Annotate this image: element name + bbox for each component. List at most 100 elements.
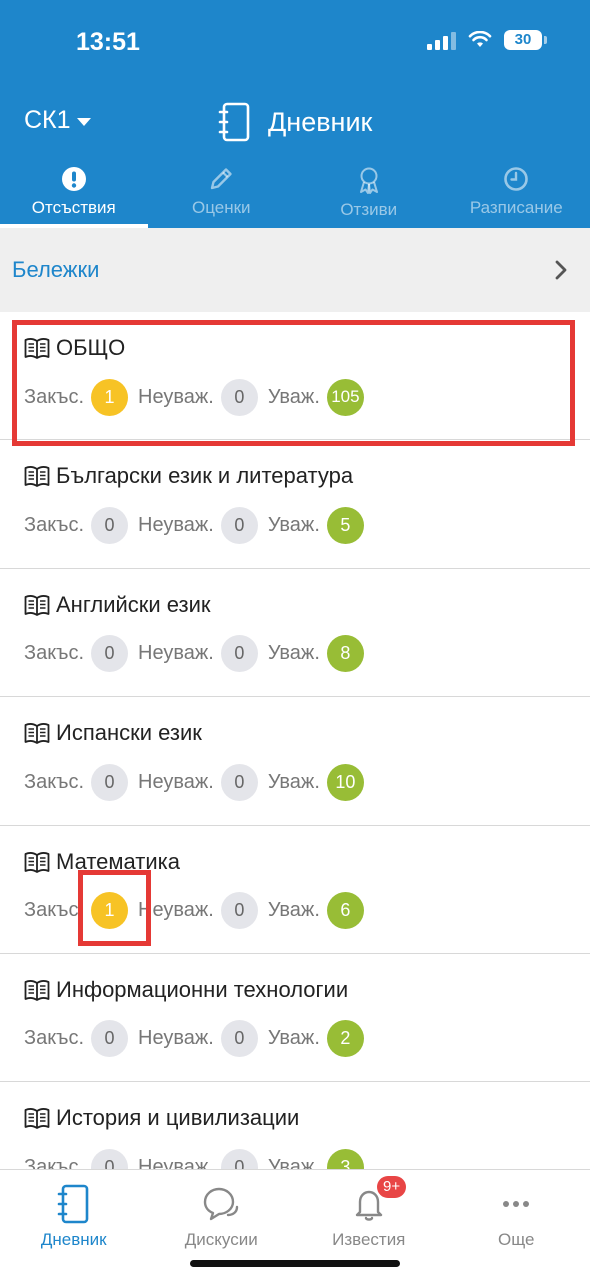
unexcused-count-badge: 0 xyxy=(220,1148,258,1170)
unexcused-label: Неуваж. xyxy=(138,899,214,922)
exclamation-circle-icon xyxy=(61,167,86,191)
subject-name: Математика xyxy=(56,848,180,874)
late-label: Закъс. xyxy=(24,385,85,408)
battery-indicator: 30 xyxy=(504,30,547,50)
tab-label: Оценки xyxy=(191,198,251,217)
nav-label: Още xyxy=(498,1230,535,1249)
unexcused-count-badge: 0 xyxy=(220,506,258,544)
late-label: Закъс. xyxy=(24,1027,85,1050)
excused-label: Уваж. xyxy=(267,385,320,408)
subject-row[interactable]: Информационни технологии Закъс. 0 Неуваж… xyxy=(0,954,590,1083)
chevron-right-icon xyxy=(555,260,567,280)
excused-label: Уваж. xyxy=(267,1155,320,1170)
class-selector[interactable]: СК1 xyxy=(24,106,91,135)
subject-name: Български език и литература xyxy=(56,463,354,489)
tab-schedule[interactable]: Разписание xyxy=(443,160,590,228)
nav-label: Дискусии xyxy=(184,1230,258,1249)
tab-label: Разписание xyxy=(469,198,563,217)
open-book-icon xyxy=(24,1108,50,1130)
late-label: Закъс. xyxy=(24,899,85,922)
unexcused-label: Неуваж. xyxy=(138,1155,214,1170)
excused-count-badge: 105 xyxy=(326,378,364,416)
tab-bar: Отсъствия Оценки Отзиви Разписание xyxy=(0,160,590,228)
open-book-icon xyxy=(24,594,50,616)
unexcused-label: Неуваж. xyxy=(138,513,214,536)
unexcused-count-badge: 0 xyxy=(220,378,258,416)
late-count-badge: 0 xyxy=(91,763,129,801)
unexcused-label: Неуваж. xyxy=(138,385,214,408)
open-book-icon xyxy=(24,338,50,359)
late-count-badge: 0 xyxy=(91,506,129,544)
nav-label: Дневник xyxy=(40,1230,107,1249)
late-count-badge: 1 xyxy=(91,378,129,416)
unexcused-count-badge: 0 xyxy=(220,763,258,801)
late-label: Закъс. xyxy=(24,642,85,665)
unexcused-count-badge: 0 xyxy=(220,635,258,673)
late-count-badge: 0 xyxy=(91,1148,129,1170)
excused-count-badge: 8 xyxy=(326,635,364,673)
excused-count-badge: 3 xyxy=(326,1148,364,1170)
subject-row[interactable]: ОБЩО Закъс. 1 Неуваж. 0 Уваж. 105 xyxy=(0,312,590,441)
more-dots-icon xyxy=(503,1201,530,1207)
page-title: Дневник xyxy=(268,106,373,137)
nav-diary[interactable]: Дневник xyxy=(0,1170,148,1280)
subject-name: Английски език xyxy=(56,591,211,617)
excused-count-badge: 10 xyxy=(326,763,364,801)
open-book-icon xyxy=(24,723,50,745)
tab-grades[interactable]: Оценки xyxy=(148,160,296,228)
nav-more[interactable]: Още xyxy=(443,1170,590,1280)
notebook-icon xyxy=(57,1184,89,1224)
tab-label: Отсъствия xyxy=(31,198,116,217)
subject-name: История и цивилизации xyxy=(56,1105,300,1131)
subject-row[interactable]: Български език и литература Закъс. 0 Неу… xyxy=(0,440,590,569)
status-icons: 30 xyxy=(427,30,547,50)
class-selector-label: СК1 xyxy=(24,106,71,134)
late-count-badge: 0 xyxy=(91,1020,129,1058)
excused-label: Уваж. xyxy=(267,642,320,665)
subject-row[interactable]: Испански език Закъс. 0 Неуваж. 0 Уваж. 1… xyxy=(0,697,590,826)
subject-name: ОБЩО xyxy=(56,335,126,360)
header-title-group: Дневник xyxy=(218,102,372,142)
unexcused-label: Неуваж. xyxy=(138,770,214,793)
unexcused-label: Неуваж. xyxy=(138,1027,214,1050)
excused-label: Уваж. xyxy=(267,1027,320,1050)
notes-row[interactable]: Бележки xyxy=(0,228,590,312)
unexcused-count-badge: 0 xyxy=(220,892,258,930)
unexcused-count-badge: 0 xyxy=(220,1020,258,1058)
open-book-icon xyxy=(24,466,50,488)
excused-count-badge: 2 xyxy=(326,1020,364,1058)
excused-label: Уваж. xyxy=(267,513,320,536)
clock-icon xyxy=(504,167,529,191)
pencil-icon xyxy=(211,168,232,190)
open-book-icon xyxy=(24,980,50,1001)
app-header: 13:51 30 СК1 Дневник Отсъствия Оценки От… xyxy=(0,0,590,228)
excused-count-badge: 5 xyxy=(326,506,364,544)
award-ribbon-icon xyxy=(359,167,378,194)
excused-label: Уваж. xyxy=(267,770,320,793)
notes-label: Бележки xyxy=(12,257,100,282)
late-label: Закъс. xyxy=(24,770,85,793)
subject-row[interactable]: Математика Закъс. 1 Неуваж. 0 Уваж. 6 xyxy=(0,826,590,954)
tab-feedback[interactable]: Отзиви xyxy=(295,160,443,228)
late-count-badge: 1 xyxy=(91,892,129,930)
tab-label: Отзиви xyxy=(340,200,398,219)
subject-name: Испански език xyxy=(56,720,202,746)
wifi-icon xyxy=(468,31,492,47)
signal-icon xyxy=(427,30,456,50)
tab-absences[interactable]: Отсъствия xyxy=(0,160,148,228)
caret-down-icon xyxy=(76,117,91,126)
late-count-badge: 0 xyxy=(91,635,129,673)
subject-list: ОБЩО Закъс. 1 Неуваж. 0 Уваж. 105 Българ… xyxy=(0,312,590,1170)
excused-label: Уваж. xyxy=(267,899,320,922)
chat-bubbles-icon xyxy=(204,1187,239,1221)
status-time: 13:51 xyxy=(76,28,140,56)
late-label: Закъс. xyxy=(24,1155,85,1170)
notebook-icon xyxy=(218,102,250,142)
notification-count-badge: 9+ xyxy=(377,1176,407,1198)
nav-label: Известия xyxy=(332,1230,406,1249)
subject-row[interactable]: История и цивилизации Закъс. 0 Неуваж. 0… xyxy=(0,1082,590,1170)
home-indicator xyxy=(190,1260,400,1267)
subject-name: Информационни технологии xyxy=(56,976,349,1002)
open-book-icon xyxy=(24,851,50,873)
subject-row[interactable]: Английски език Закъс. 0 Неуваж. 0 Уваж. … xyxy=(0,569,590,698)
